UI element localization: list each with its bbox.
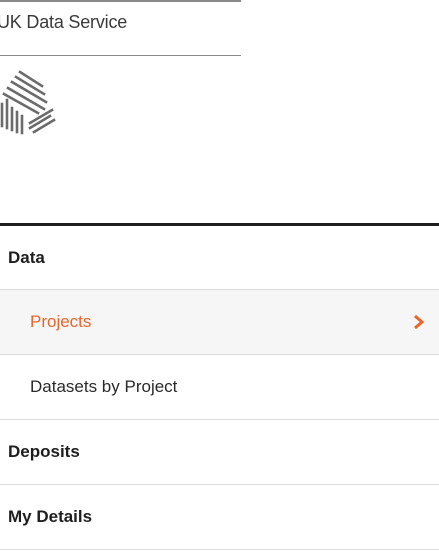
- nav-item-label: Projects: [30, 312, 92, 331]
- nav-item-deposits[interactable]: Deposits: [0, 420, 439, 485]
- brand-top-divider: [0, 0, 241, 2]
- nav-item-label: Datasets by Project: [30, 377, 178, 396]
- nav-item-label: My Details: [8, 507, 93, 526]
- nav-item-my-details[interactable]: My Details: [0, 485, 439, 550]
- main-nav: Data Projects Datasets by Project Deposi…: [0, 223, 439, 550]
- nav-item-data[interactable]: Data: [0, 226, 439, 290]
- brand-bottom-divider: [0, 55, 241, 56]
- nav-item-label: Data: [8, 247, 45, 267]
- uk-data-service-logo-icon[interactable]: [0, 68, 70, 136]
- chevron-right-icon: [414, 315, 425, 329]
- nav-item-projects[interactable]: Projects: [0, 290, 439, 355]
- nav-item-datasets-by-project[interactable]: Datasets by Project: [0, 355, 439, 420]
- brand-name[interactable]: UK Data Service: [0, 12, 127, 33]
- nav-item-label: Deposits: [8, 442, 80, 461]
